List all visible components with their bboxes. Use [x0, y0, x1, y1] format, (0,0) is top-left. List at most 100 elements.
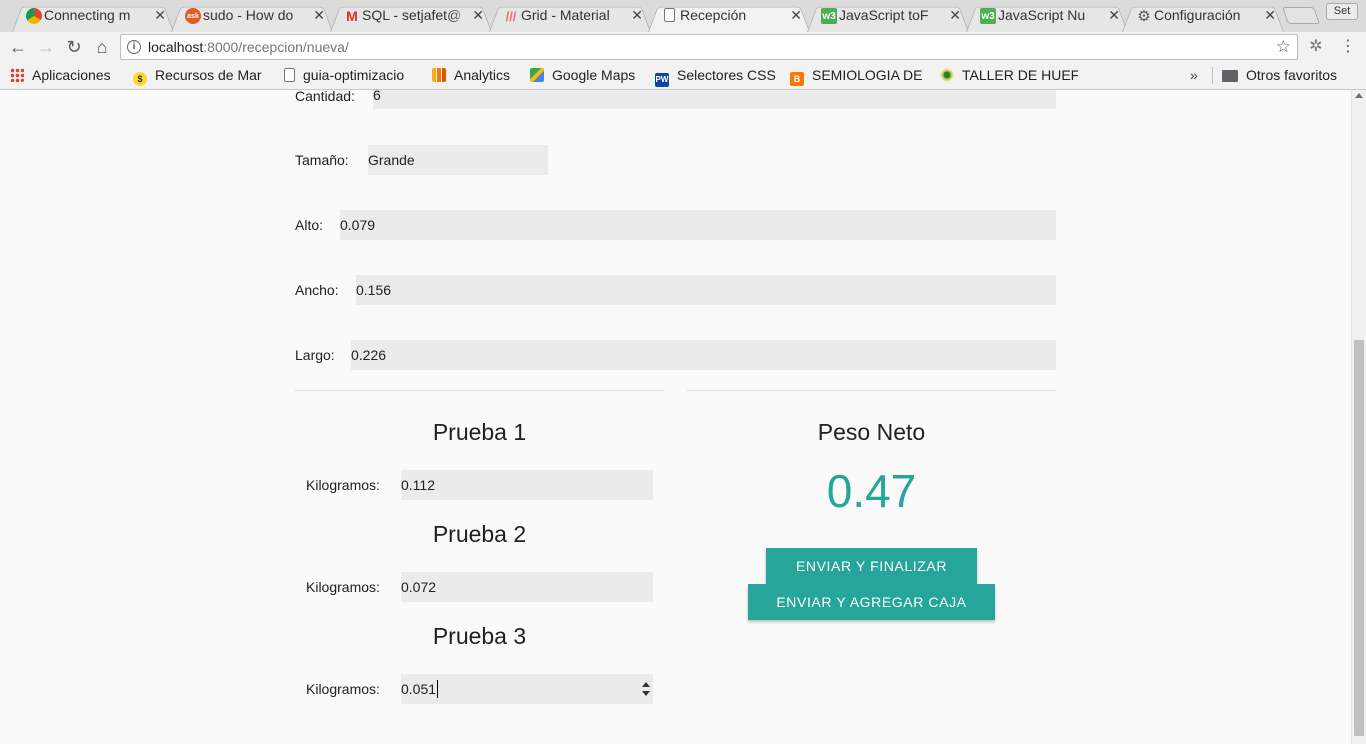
bookmark-selectores-css[interactable]: PW Selectores CSS: [655, 62, 776, 89]
star-icon[interactable]: ☆: [1276, 35, 1291, 59]
bookmark-label: Google Maps: [552, 67, 636, 83]
new-tab-button[interactable]: [1281, 7, 1321, 24]
bookmark-analytics[interactable]: Analytics: [432, 62, 510, 89]
bookmarks-divider: [1212, 67, 1213, 84]
w3schools-icon: w3: [821, 8, 837, 24]
bookmark-recursos[interactable]: $ Recursos de Mar: [133, 62, 269, 89]
blogger-icon: B: [790, 72, 804, 86]
gear-icon: ⚙: [1137, 7, 1151, 25]
bookmark-otros-favoritos[interactable]: Otros favoritos: [1222, 62, 1337, 89]
tab-connecting[interactable]: Connecting m ✕: [6, 3, 180, 32]
close-icon[interactable]: ✕: [790, 3, 802, 28]
prueba-3-title: Prueba 3: [432, 623, 527, 649]
tab-recepcion[interactable]: Recepción ✕: [642, 3, 816, 32]
home-icon[interactable]: ⌂: [91, 36, 113, 58]
tamano-select[interactable]: Grande: [368, 145, 548, 175]
page-content: Cantidad: 6 Tamaño: Grande Alto: 0.079 A…: [0, 90, 1351, 744]
scroll-up-arrow-icon[interactable]: [1355, 93, 1363, 98]
bookmark-google-maps[interactable]: Google Maps: [530, 62, 635, 89]
cantidad-input[interactable]: 6: [373, 90, 1056, 109]
tab-title: JavaScript toF: [839, 7, 929, 23]
ancho-label: Ancho:: [295, 282, 339, 298]
tab-title: Configuración: [1154, 7, 1241, 23]
peso-neto-title: Peso Neto: [817, 419, 926, 445]
bookmark-semiologia[interactable]: B SEMIOLOGIA DE: [790, 62, 926, 89]
close-icon[interactable]: ✕: [631, 3, 643, 28]
reload-icon[interactable]: ↻: [63, 36, 85, 58]
bookmark-aplicaciones[interactable]: Aplicaciones: [10, 62, 111, 89]
tab-title: Connecting m: [44, 7, 131, 23]
prueba-1-kilogramos-input[interactable]: 0.112: [401, 470, 653, 500]
prueba-2-label: Kilogramos:: [306, 579, 380, 595]
text-caret: [437, 680, 439, 698]
tab-js-nu[interactable]: w3 JavaScript Nu ✕: [960, 3, 1134, 32]
tab-js-tof[interactable]: w3 JavaScript toF ✕: [801, 3, 975, 32]
more-bookmarks-chevron-icon[interactable]: »: [1190, 62, 1198, 88]
prueba-1-label: Kilogramos:: [306, 477, 380, 493]
tab-configuracion[interactable]: ⚙ Configuración ✕: [1116, 3, 1290, 32]
extension-icon[interactable]: ✲: [1307, 38, 1325, 56]
alto-input[interactable]: 0.079: [340, 210, 1056, 240]
tab-sql[interactable]: M SQL - setjafet@ ✕: [324, 3, 498, 32]
bookmark-icon: $: [133, 72, 147, 86]
close-icon[interactable]: ✕: [313, 3, 325, 28]
enviar-agregar-caja-button[interactable]: ENVIAR Y AGREGAR CAJA: [748, 584, 995, 620]
largo-label: Largo:: [295, 347, 335, 363]
eye-icon: [940, 68, 954, 82]
bookmark-label: guia-optimizacio: [303, 67, 405, 83]
tab-title: JavaScript Nu: [998, 7, 1086, 23]
bookmark-label: SEMIOLOGIA DE: [812, 67, 923, 83]
largo-input[interactable]: 0.226: [351, 340, 1056, 370]
cantidad-label: Cantidad:: [295, 90, 355, 104]
address-bar[interactable]: i localhost:8000/recepcion/nueva/ ☆: [120, 34, 1298, 60]
info-icon[interactable]: i: [127, 40, 141, 54]
tab-sudo[interactable]: ask sudo - How do ✕: [165, 3, 339, 32]
apps-grid-icon: [10, 68, 24, 82]
number-spinner-icon[interactable]: [642, 682, 650, 696]
bookmark-taller[interactable]: TALLER DE HUEF: [940, 62, 1078, 89]
close-icon[interactable]: ✕: [154, 3, 166, 28]
tamano-label: Tamaño:: [295, 152, 349, 168]
close-icon[interactable]: ✕: [949, 3, 961, 28]
chrome-icon: [26, 8, 42, 24]
maps-icon: [530, 68, 544, 82]
ancho-input[interactable]: 0.156: [356, 275, 1056, 305]
w3schools-icon: w3: [980, 8, 996, 24]
tab-title: Recepción: [680, 7, 747, 23]
scroll-thumb[interactable]: [1354, 340, 1364, 736]
document-icon: [284, 68, 295, 82]
enviar-finalizar-button[interactable]: ENVIAR Y FINALIZAR: [766, 548, 977, 584]
menu-kebab-icon[interactable]: ⋮: [1340, 37, 1356, 57]
url-path: :8000/recepcion/nueva/: [203, 39, 349, 55]
alto-label: Alto:: [295, 217, 324, 233]
page-icon: [664, 8, 675, 22]
browser-toolbar: ← → ↻ ⌂ i localhost:8000/recepcion/nueva…: [0, 32, 1366, 62]
close-icon[interactable]: ✕: [472, 3, 484, 28]
prueba-2-title: Prueba 2: [432, 521, 527, 547]
tab-grid[interactable]: /// Grid - Material ✕: [483, 3, 657, 32]
bookmark-guia[interactable]: guia-optimizacio: [284, 62, 421, 89]
close-icon[interactable]: ✕: [1108, 3, 1120, 28]
page-scrollbar[interactable]: [1351, 90, 1366, 744]
url-text: localhost:8000/recepcion/nueva/: [148, 35, 349, 59]
back-arrow-icon[interactable]: ←: [7, 36, 29, 58]
bookmark-label: Aplicaciones: [32, 67, 111, 83]
analytics-icon: [432, 68, 446, 82]
set-button[interactable]: Set: [1326, 3, 1358, 20]
divider-left: [295, 390, 664, 391]
prueba-3-label: Kilogramos:: [306, 681, 380, 697]
forward-arrow-icon[interactable]: →: [35, 36, 57, 58]
tab-title: Grid - Material: [521, 7, 610, 23]
prueba-1-title: Prueba 1: [432, 419, 527, 445]
prueba-2-kilogramos-input[interactable]: 0.072: [401, 572, 653, 602]
prueba-3-kilogramos-input[interactable]: 0.051: [401, 674, 653, 704]
bookmark-label: Analytics: [454, 67, 511, 83]
divider-right: [687, 390, 1056, 391]
folder-icon: [1222, 70, 1238, 82]
tab-title: sudo - How do: [203, 7, 294, 23]
prueba-3-value: 0.051: [401, 681, 437, 697]
bookmark-label: TALLER DE HUEF: [962, 67, 1078, 83]
bookmark-label: Selectores CSS: [677, 67, 776, 83]
close-icon[interactable]: ✕: [1264, 3, 1276, 28]
peso-neto-value: 0.47: [826, 465, 917, 517]
